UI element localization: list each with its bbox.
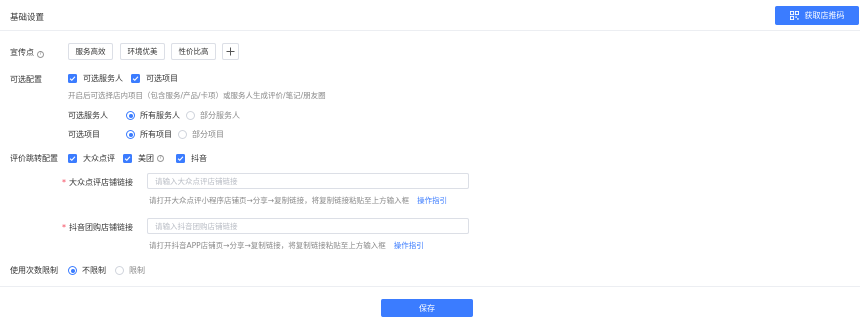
dianping-hint: 请打开大众点评小程序店铺页→分享→复制链接，将复制链接粘贴至上方输入框 操作指引 (149, 195, 447, 206)
dianping-guide-link[interactable]: 操作指引 (417, 196, 447, 205)
page-title: 基础设置 (10, 13, 45, 23)
douyin-link-label: * 抖音团购店铺链接 (62, 222, 133, 233)
checkbox-label: 可选项目 (146, 74, 178, 83)
checkbox-optional-staff[interactable]: 可选服务人 (68, 73, 123, 84)
radio-button[interactable] (126, 111, 135, 120)
qr-code-icon (789, 11, 799, 20)
save-button[interactable]: 保存 (381, 299, 473, 317)
checkbox-dianping[interactable]: 大众点评 (68, 153, 115, 164)
check-icon (69, 76, 76, 82)
radio-button[interactable] (68, 266, 77, 275)
dianping-link-input[interactable] (147, 173, 469, 189)
checkbox-meituan[interactable]: 美团? (123, 153, 164, 164)
checkbox-checked[interactable] (68, 74, 77, 83)
checkbox-label: 大众点评 (83, 154, 115, 163)
slogan-tag-label: 服务高效 (75, 47, 106, 56)
radio-partial-projects[interactable]: 部分项目 (178, 129, 224, 140)
slogan-tag[interactable]: 性价比高 (171, 43, 216, 60)
douyin-link-input[interactable] (147, 218, 469, 234)
check-icon (69, 156, 76, 162)
radio-label: 所有服务人 (140, 111, 180, 120)
radio-no-limit[interactable]: 不限制 (68, 265, 106, 276)
check-icon (177, 156, 184, 162)
slogan-tag[interactable]: 服务高效 (68, 43, 113, 60)
checkbox-label: 美团 (138, 154, 154, 163)
help-icon[interactable]: ? (37, 51, 44, 58)
radio-label: 部分项目 (192, 130, 224, 139)
radio-button[interactable] (186, 111, 195, 120)
slogan-tag[interactable]: 环境优美 (120, 43, 165, 60)
review-redirect-label: 评价跳转配置 (10, 154, 58, 163)
checkbox-checked[interactable] (131, 74, 140, 83)
checkbox-label: 抖音 (191, 154, 207, 163)
check-icon (132, 76, 139, 82)
get-store-code-label: 获取店推码 (804, 11, 845, 20)
optional-config-label: 可选配置 (10, 75, 42, 84)
radio-label: 所有项目 (140, 130, 172, 139)
radio-partial-staff[interactable]: 部分服务人 (186, 110, 240, 121)
radio-button[interactable] (115, 266, 124, 275)
add-tag-button[interactable] (222, 43, 239, 60)
checkbox-label: 可选服务人 (83, 74, 123, 83)
radio-label: 部分服务人 (200, 111, 240, 120)
slogan-tag-label: 环境优美 (127, 47, 158, 56)
douyin-link-label-text: 抖音团购店铺链接 (69, 223, 133, 232)
radio-label: 限制 (129, 266, 145, 275)
optional-staff-label: 可选服务人 (68, 111, 108, 120)
slogan-label-text: 宣传点 (10, 48, 34, 57)
get-store-code-button[interactable]: 获取店推码 (775, 6, 859, 25)
checkbox-checked[interactable] (123, 154, 132, 163)
douyin-hint: 请打开抖音APP店铺页→分享→复制链接，将复制链接粘贴至上方输入框 操作指引 (149, 240, 424, 251)
radio-button[interactable] (126, 130, 135, 139)
help-icon[interactable]: ? (157, 155, 164, 162)
slogan-tag-label: 性价比高 (178, 47, 209, 56)
checkbox-checked[interactable] (176, 154, 185, 163)
footer-divider (0, 286, 860, 287)
douyin-hint-text: 请打开抖音APP店铺页→分享→复制链接，将复制链接粘贴至上方输入框 (149, 241, 386, 250)
dianping-link-label: * 大众点评店铺链接 (62, 177, 133, 188)
checkbox-optional-project[interactable]: 可选项目 (131, 73, 178, 84)
radio-button[interactable] (178, 130, 187, 139)
dianping-hint-text: 请打开大众点评小程序店铺页→分享→复制链接，将复制链接粘贴至上方输入框 (149, 196, 410, 205)
optional-config-hint: 开启后可选择店内项目（包含服务/产品/卡项）或服务人生成评价/笔记/朋友圈 (68, 91, 326, 100)
radio-label: 不限制 (82, 266, 106, 275)
radio-all-projects[interactable]: 所有项目 (126, 129, 172, 140)
required-mark: * (62, 178, 66, 187)
checkbox-douyin[interactable]: 抖音 (176, 153, 207, 164)
page-header: 基础设置 获取店推码 (0, 0, 860, 32)
radio-limit[interactable]: 限制 (115, 265, 145, 276)
dianping-link-label-text: 大众点评店铺链接 (69, 178, 133, 187)
radio-all-staff[interactable]: 所有服务人 (126, 110, 180, 121)
checkbox-checked[interactable] (68, 154, 77, 163)
usage-limit-label: 使用次数限制 (10, 266, 58, 275)
save-button-label: 保存 (419, 303, 435, 313)
slogan-label: 宣传点? (10, 47, 44, 58)
check-icon (124, 156, 131, 162)
plus-icon (226, 47, 235, 56)
required-mark: * (62, 223, 66, 232)
header-divider (0, 30, 860, 31)
douyin-guide-link[interactable]: 操作指引 (394, 241, 424, 250)
optional-project-label: 可选项目 (68, 130, 100, 139)
